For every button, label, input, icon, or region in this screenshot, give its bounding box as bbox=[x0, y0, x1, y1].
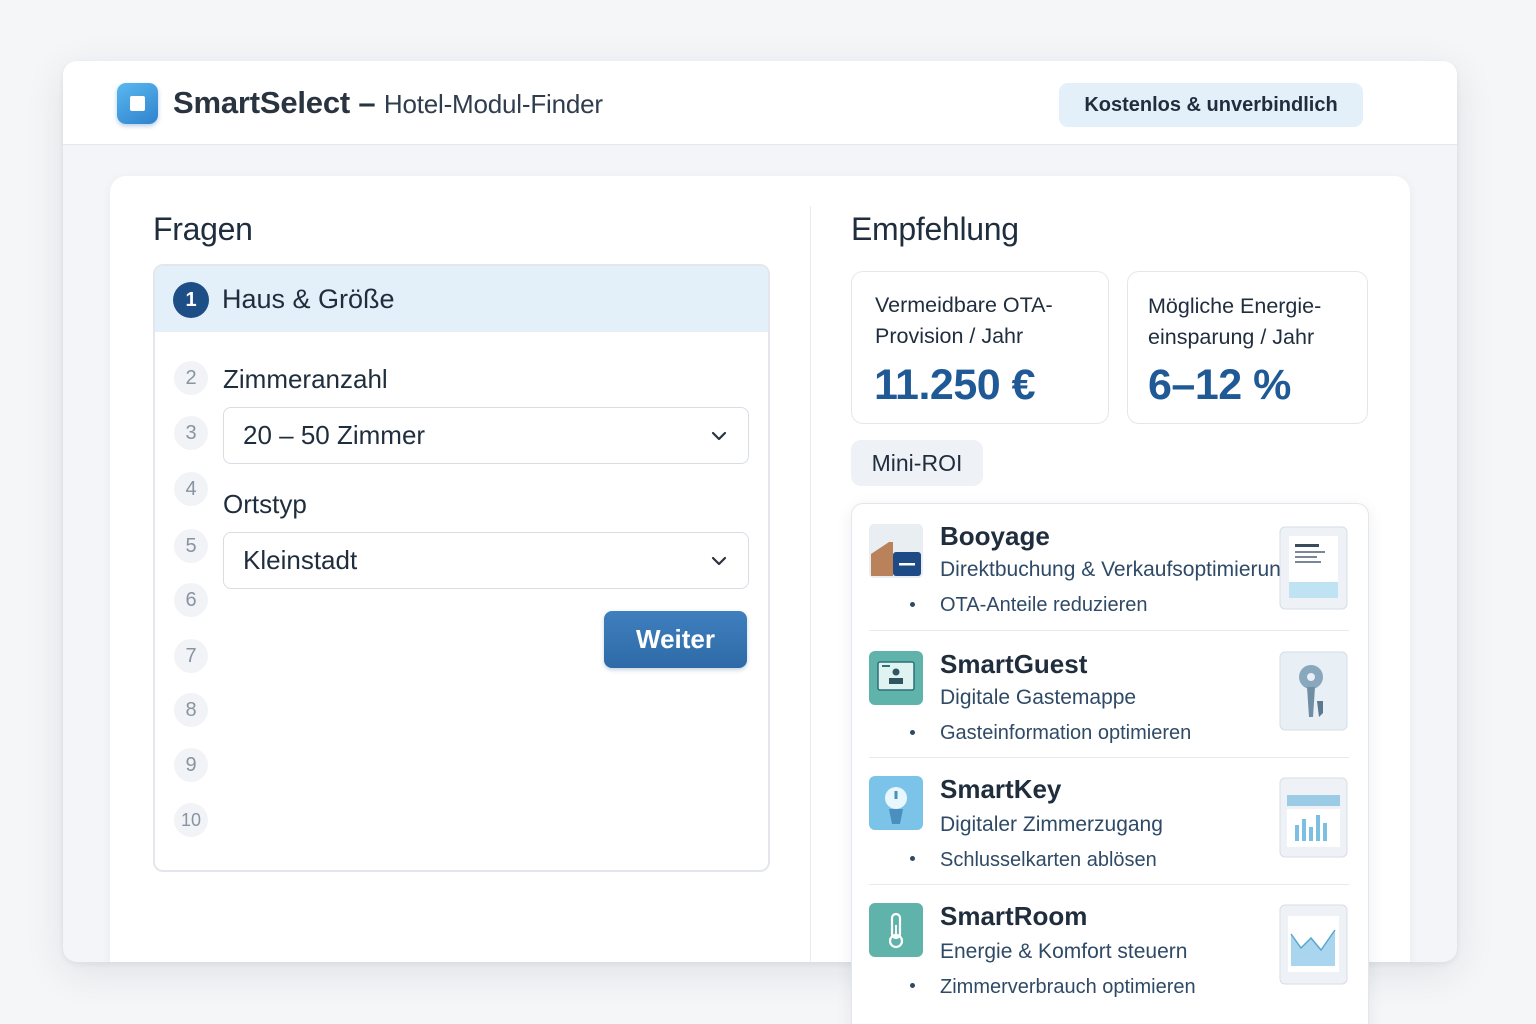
module-item-smartroom[interactable]: SmartRoom Energie & Komfort steuern Zimm… bbox=[852, 885, 1368, 1015]
module-benefit: OTA-Anteile reduzieren bbox=[940, 594, 1148, 616]
step-5[interactable]: 5 bbox=[174, 529, 208, 563]
module-benefit: Gasteinformation optimieren bbox=[940, 722, 1192, 744]
active-step-header[interactable]: 1 Haus & Größe bbox=[155, 266, 768, 332]
module-name: SmartGuest bbox=[940, 649, 1088, 679]
chevron-down-icon bbox=[711, 556, 727, 566]
step-7[interactable]: 7 bbox=[174, 639, 208, 673]
recommendation-title: Empfehlung bbox=[851, 211, 1019, 247]
energy-saving-label: Mögliche Energie-einsparung / Jahr bbox=[1148, 291, 1321, 353]
step-3[interactable]: 3 bbox=[174, 416, 208, 450]
module-benefit: Schlusselkarten ablösen bbox=[940, 849, 1157, 871]
step-10[interactable]: 10 bbox=[174, 803, 208, 837]
module-name: SmartKey bbox=[940, 774, 1062, 804]
module-benefit: Zimmerverbrauch optimieren bbox=[940, 976, 1196, 998]
bullet-icon bbox=[910, 602, 915, 607]
area-chart-thumbnail bbox=[1279, 904, 1348, 985]
module-description: Energie & Komfort steuern bbox=[940, 940, 1188, 963]
location-type-select[interactable]: Kleinstadt bbox=[223, 532, 749, 589]
questions-panel: 1 Haus & Größe 2 3 4 5 6 7 8 9 10 Zimmer… bbox=[153, 264, 770, 872]
module-item-booyage[interactable]: Booyage Direktbuchung & Verkaufsoptimier… bbox=[852, 504, 1368, 631]
bullet-icon bbox=[910, 983, 915, 988]
mini-roi-tab[interactable]: Mini-ROI bbox=[851, 440, 983, 486]
module-description: Digitale Gastemappe bbox=[940, 686, 1137, 709]
thermometer-icon bbox=[869, 903, 923, 957]
step-6[interactable]: 6 bbox=[174, 583, 208, 617]
column-divider bbox=[810, 206, 811, 962]
energy-saving-card: Mögliche Energie-einsparung / Jahr 6–12 … bbox=[1127, 271, 1368, 424]
module-name: Booyage bbox=[940, 521, 1050, 551]
free-badge: Kostenlos & unverbindlich bbox=[1059, 83, 1363, 127]
digital-key-icon bbox=[869, 776, 923, 830]
app-logo-icon bbox=[117, 83, 158, 124]
booking-icon bbox=[869, 524, 923, 578]
module-item-smartguest[interactable]: SmartGuest Digitale Gastemappe Gasteinfo… bbox=[852, 631, 1368, 758]
guest-folder-icon bbox=[869, 651, 923, 705]
ota-label-line2: Provision / Jahr bbox=[875, 324, 1024, 348]
document-chart-thumbnail bbox=[1279, 526, 1348, 610]
room-count-value: 20 – 50 Zimmer bbox=[243, 420, 426, 450]
ota-commission-value: 11.250 € bbox=[874, 361, 1036, 409]
step-9[interactable]: 9 bbox=[174, 748, 208, 782]
step-4[interactable]: 4 bbox=[174, 472, 208, 506]
module-description: Digitaler Zimmerzugang bbox=[940, 813, 1163, 836]
location-type-label: Ortstyp bbox=[223, 489, 307, 519]
energy-saving-value: 6–12 % bbox=[1148, 361, 1291, 409]
bullet-icon bbox=[910, 856, 915, 861]
energy-label-line2: einsparung / Jahr bbox=[1148, 325, 1315, 349]
energy-label-line1: Mögliche Energie- bbox=[1148, 294, 1322, 318]
next-button[interactable]: Weiter bbox=[604, 611, 747, 668]
module-description: Direktbuchung & Verkaufsoptimierung bbox=[940, 558, 1293, 581]
app-subtitle: Hotel-Modul-Finder bbox=[383, 89, 603, 119]
ota-commission-label: Vermeidbare OTA- Provision / Jahr bbox=[875, 290, 1053, 352]
step-2[interactable]: 2 bbox=[174, 361, 208, 395]
questions-title: Fragen bbox=[153, 211, 253, 247]
key-thumbnail bbox=[1279, 651, 1348, 731]
module-name: SmartRoom bbox=[940, 901, 1088, 931]
top-bar: SmartSelect – Hotel-Modul-Finder Kostenl… bbox=[63, 61, 1457, 145]
location-type-value: Kleinstadt bbox=[243, 545, 358, 575]
bullet-icon bbox=[910, 730, 915, 735]
active-step-label: Haus & Größe bbox=[222, 284, 395, 314]
step-number-active: 1 bbox=[173, 282, 209, 318]
room-count-label: Zimmeranzahl bbox=[223, 364, 388, 394]
ota-label-line1: Vermeidbare OTA- bbox=[875, 293, 1053, 317]
chevron-down-icon bbox=[711, 431, 727, 441]
module-item-smartkey[interactable]: SmartKey Digitaler Zimmerzugang Schlusse… bbox=[852, 758, 1368, 885]
step-8[interactable]: 8 bbox=[174, 693, 208, 727]
ota-commission-card: Vermeidbare OTA- Provision / Jahr 11.250 … bbox=[851, 271, 1109, 424]
title-separator: – bbox=[350, 85, 384, 120]
brand-name: SmartSelect bbox=[173, 85, 351, 120]
module-list: Booyage Direktbuchung & Verkaufsoptimier… bbox=[851, 503, 1369, 1024]
bar-chart-thumbnail bbox=[1279, 777, 1348, 858]
room-count-select[interactable]: 20 – 50 Zimmer bbox=[223, 407, 749, 464]
app-title: SmartSelect – Hotel-Modul-Finder bbox=[173, 85, 603, 121]
